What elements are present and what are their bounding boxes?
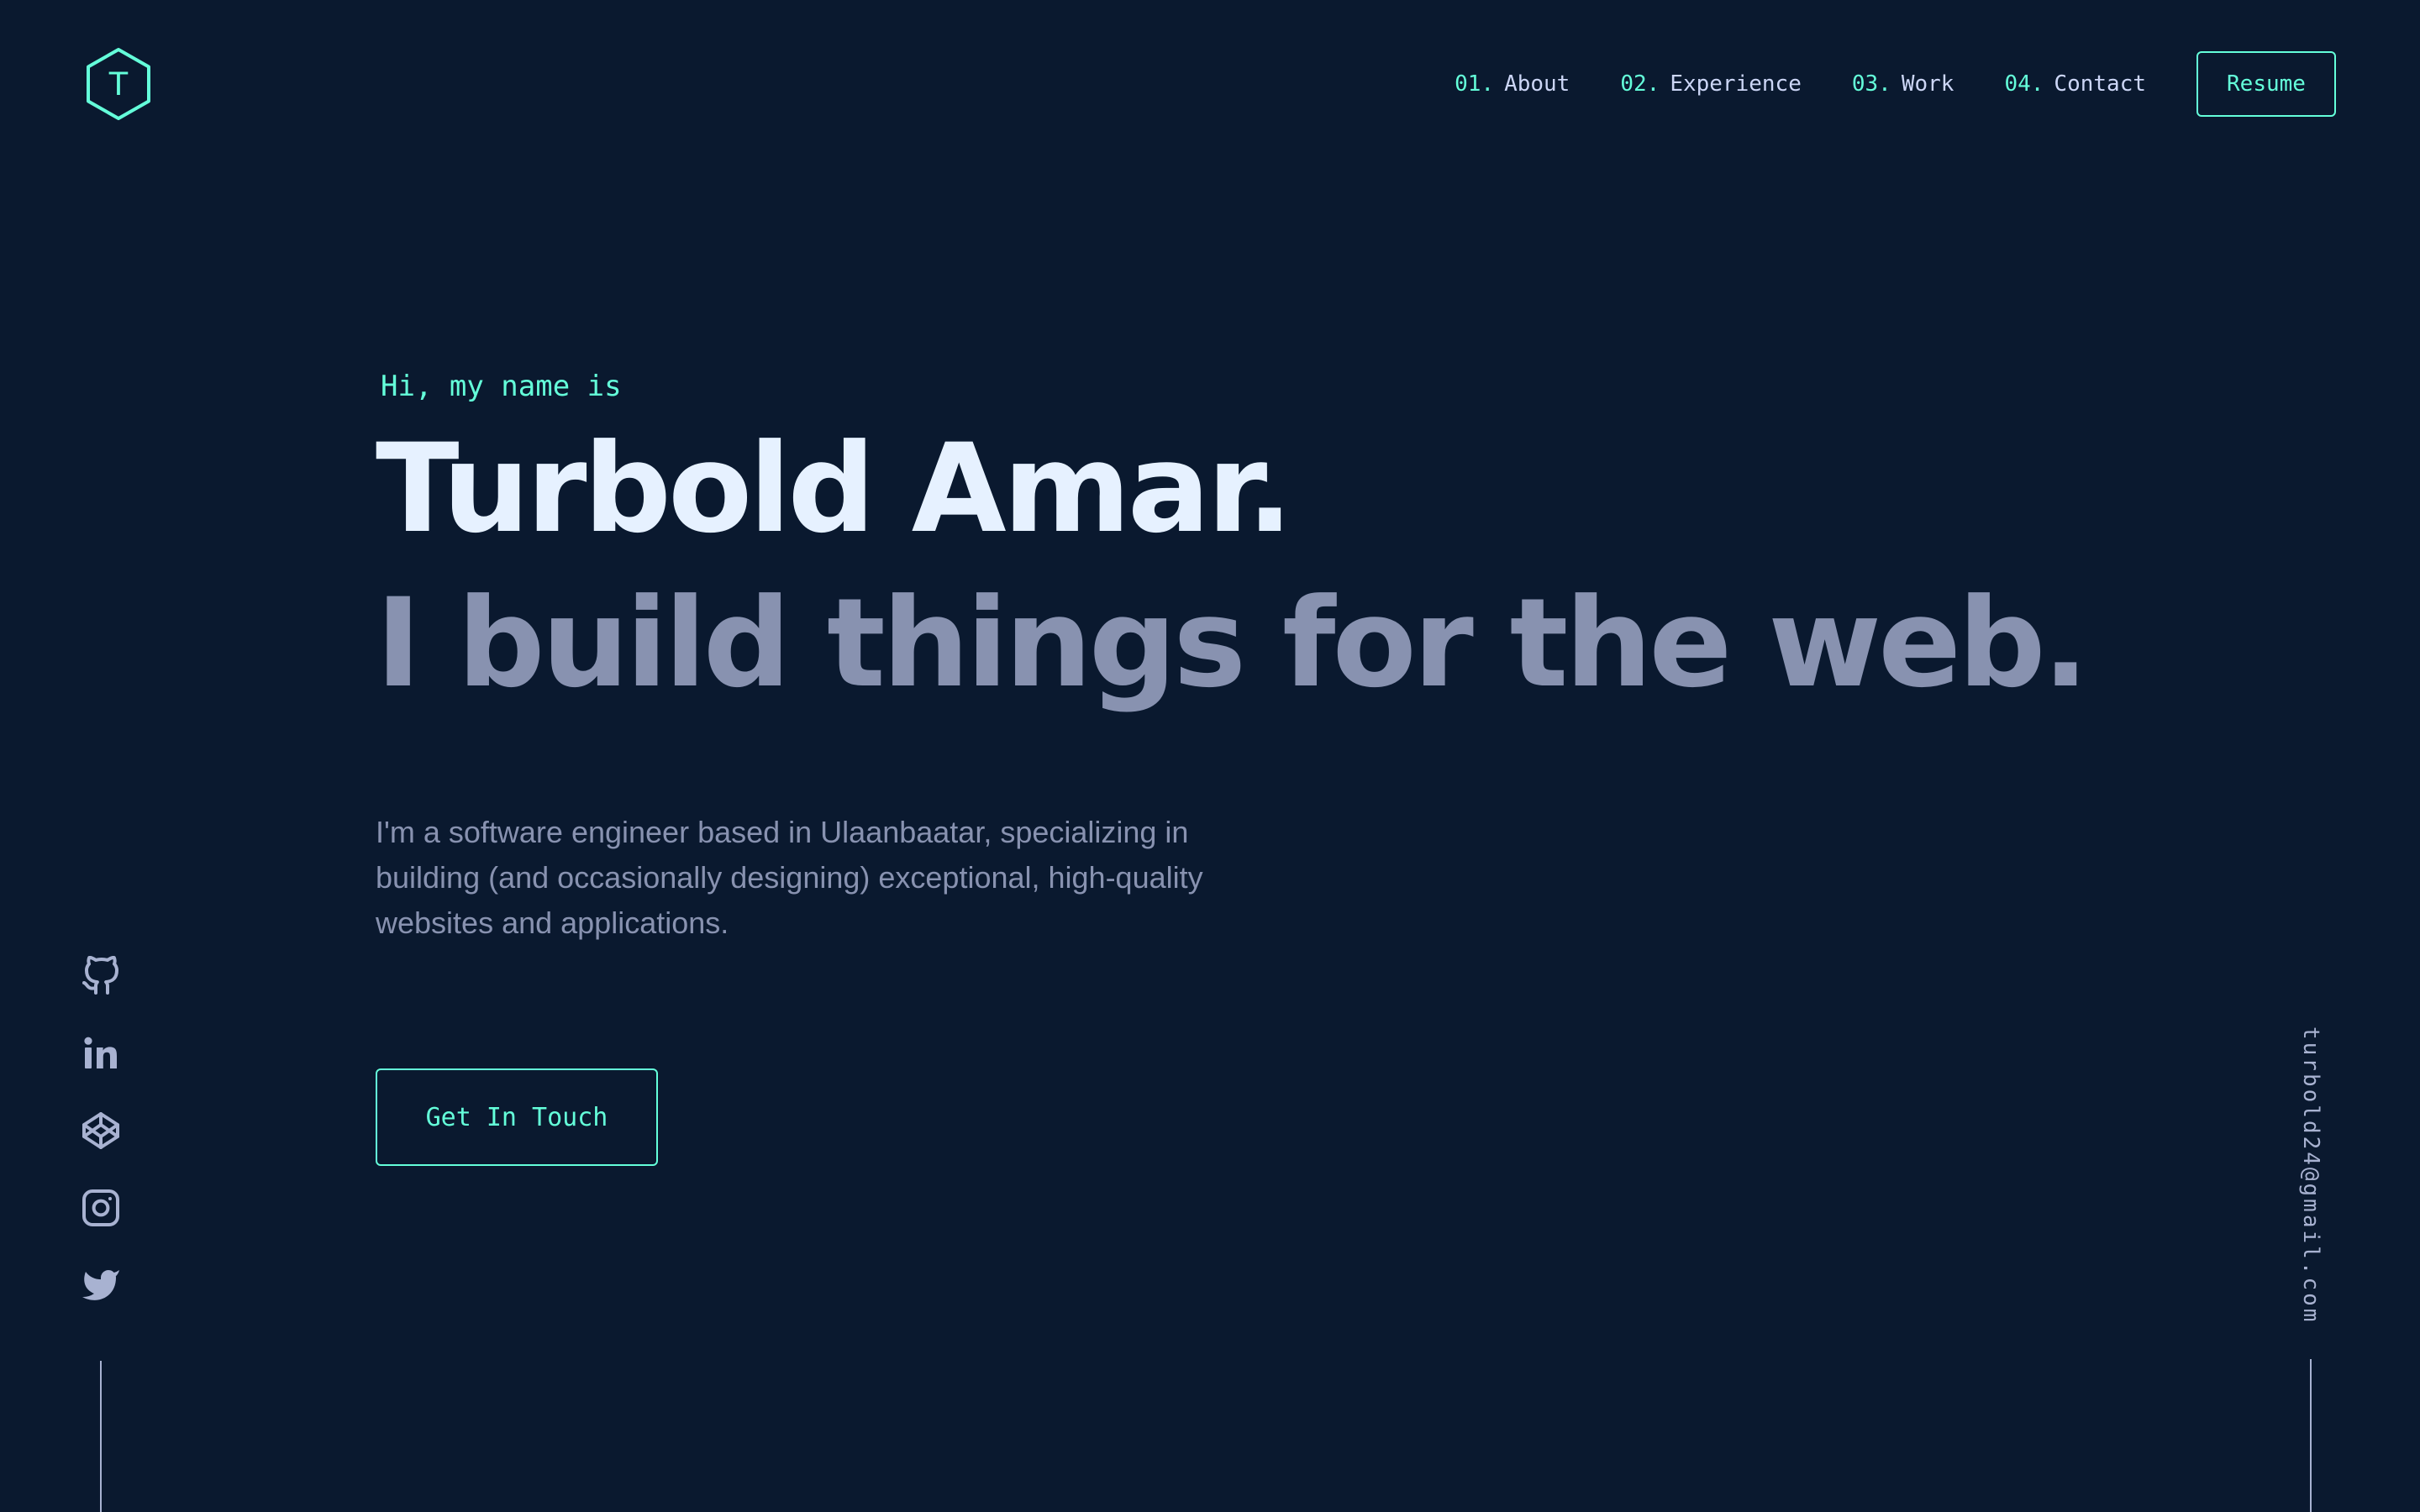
nav-number: 02. [1620,71,1660,97]
nav-number: 04. [2004,71,2044,97]
logo-letter: T [108,66,129,102]
codepen-link[interactable] [81,1110,121,1151]
nav-work[interactable]: 03. Work [1852,71,1954,97]
nav-label: Contact [2054,71,2146,97]
hero-bio: I'm a software engineer based in Ulaanba… [376,815,1203,940]
twitter-icon [82,1269,119,1300]
hero-tagline: I build things for the web. [376,572,2089,715]
main-nav: 01. About 02. Experience 03. Work 04. Co… [1455,50,2336,118]
get-in-touch-button[interactable]: Get In Touch [376,1068,658,1166]
instagram-icon [82,1189,119,1226]
email-rail: turbold24@gmail.com [2287,1026,2334,1324]
instagram-link[interactable] [81,1188,121,1228]
nav-contact[interactable]: 04. Contact [2004,71,2146,97]
social-links [81,956,121,1342]
left-rail-line [100,1361,102,1512]
codepen-icon [82,1112,119,1149]
nav-label: Experience [1670,71,1802,97]
site-header: T 01. About 02. Experience 03. Work 04. … [0,0,2420,168]
linkedin-icon [84,1037,117,1068]
nav-number: 03. [1851,71,1891,97]
hero-section: Hi, my name is Turbold Amar. I build thi… [376,361,2089,1166]
right-rail-line [2310,1359,2312,1512]
github-icon [82,956,118,995]
nav-experience[interactable]: 02. Experience [1620,71,1802,97]
nav-number: 01. [1455,71,1495,97]
logo-link[interactable]: T [84,46,153,122]
linkedin-link[interactable] [81,1033,121,1074]
nav-label: Work [1901,71,1954,97]
resume-button[interactable]: Resume [2196,51,2336,117]
github-link[interactable] [81,956,121,996]
hero-greeting: Hi, my name is [381,370,622,403]
twitter-link[interactable] [81,1265,121,1305]
nav-about[interactable]: 01. About [1455,71,1570,97]
nav-label: About [1504,71,1570,97]
email-link[interactable]: turbold24@gmail.com [2287,1026,2334,1324]
hexagon-logo-icon: T [87,48,150,120]
hero-name: Turbold Amar. [376,417,1293,560]
